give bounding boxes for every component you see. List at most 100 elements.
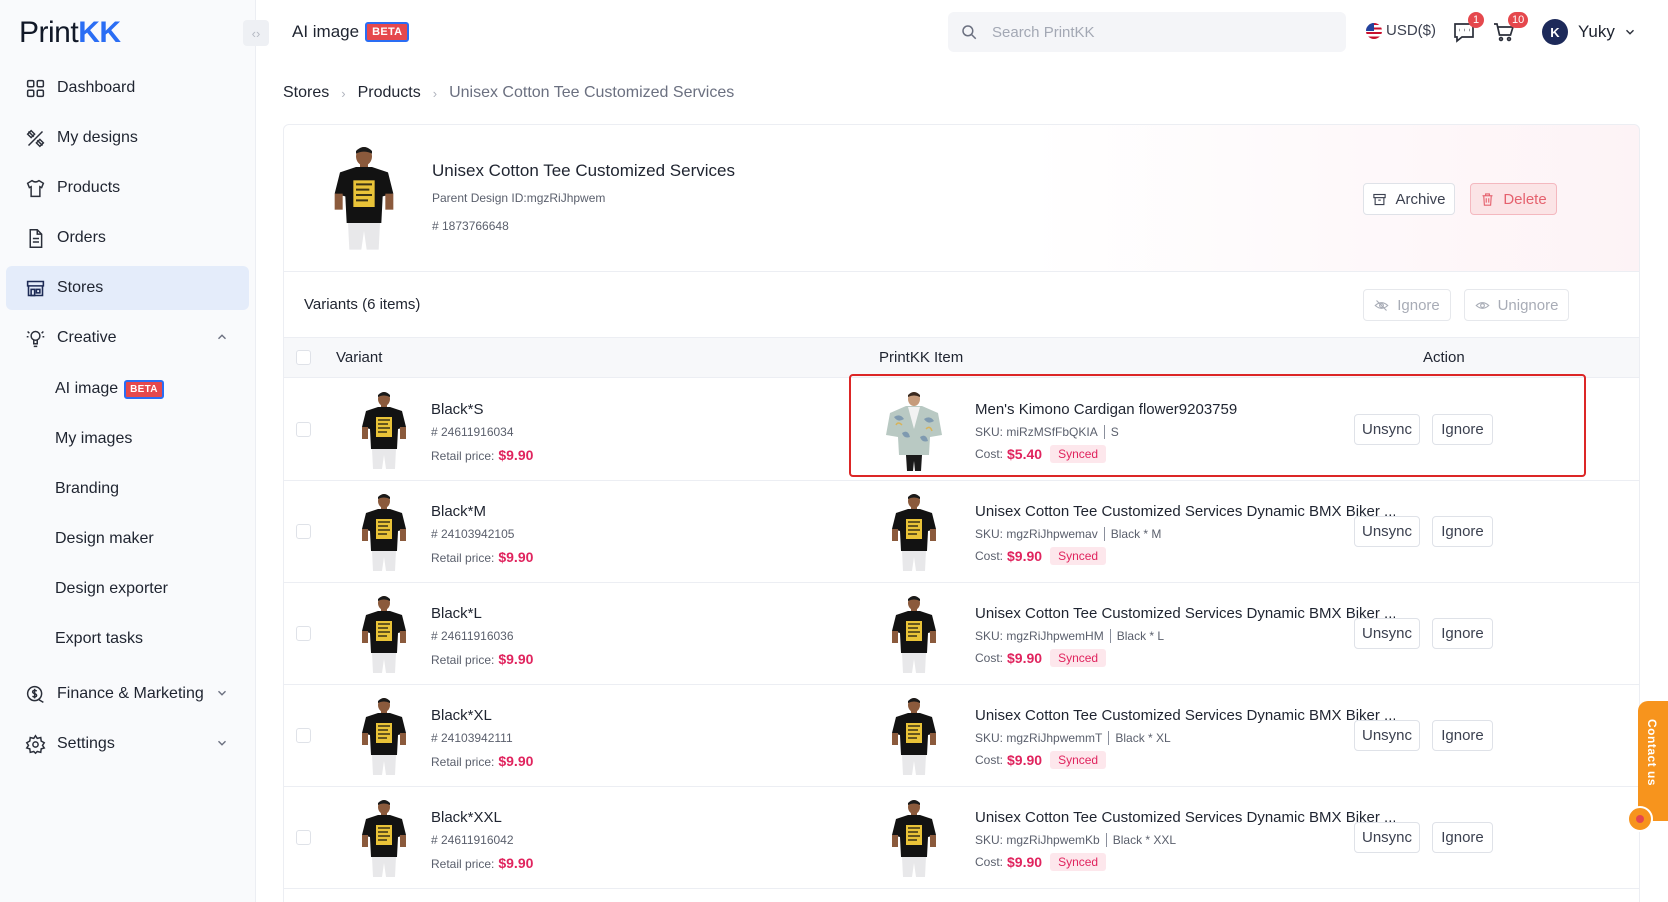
variant-image (354, 389, 414, 473)
breadcrumb-products[interactable]: Products (358, 84, 421, 102)
variant-name: Black*XL (431, 707, 492, 724)
contact-notification-icon[interactable] (1627, 806, 1653, 832)
row-checkbox[interactable] (296, 422, 311, 437)
sidebar-item-products[interactable]: Products (6, 166, 249, 210)
row-checkbox[interactable] (296, 728, 311, 743)
sidebar-subitem-design-maker[interactable]: Design maker (55, 527, 154, 551)
user-menu[interactable]: K Yuky (1542, 18, 1637, 46)
sidebar-item-my-designs[interactable]: My designs (6, 116, 249, 160)
delete-button[interactable]: Delete (1470, 183, 1557, 215)
eye-icon (1474, 301, 1490, 309)
unsync-button[interactable]: Unsync (1354, 618, 1420, 649)
bulk-unignore-button[interactable]: Unignore (1464, 289, 1569, 321)
sidebar-item-stores[interactable]: Stores (6, 266, 249, 310)
sidebar-item-label: Dashboard (57, 79, 136, 96)
sidebar-subitem-export-tasks[interactable]: Export tasks (55, 627, 143, 651)
printkk-item-sku: SKU: mgzRiJhpwemHM Black * L (975, 629, 1165, 643)
sidebar-item-orders[interactable]: Orders (6, 216, 249, 260)
unsync-button[interactable]: Unsync (1354, 414, 1420, 445)
printkk-item-sku: SKU: mgzRiJhpwemmT Black * XL (975, 731, 1171, 745)
sidebar-collapse-button[interactable]: ‹› (243, 20, 269, 46)
printkk-item-name[interactable]: Men's Kimono Cardigan flower9203759 (975, 401, 1395, 418)
printkk-item-name[interactable]: Unisex Cotton Tee Customized Services Dy… (975, 503, 1395, 520)
product-image (324, 143, 404, 255)
table-row: Black*S # 24611916034 Retail price: $9.90… (284, 379, 1639, 481)
printkk-item-image (884, 491, 944, 575)
variant-retail-price: Retail price: $9.90 (431, 447, 534, 463)
search-input[interactable] (992, 23, 1312, 41)
ignore-button[interactable]: Ignore (1432, 414, 1493, 445)
unsync-button[interactable]: Unsync (1354, 516, 1420, 547)
breadcrumb-separator-icon: › (432, 85, 438, 101)
printkk-logo[interactable]: PrintKK (19, 16, 121, 50)
row-checkbox[interactable] (296, 830, 311, 845)
printkk-item-image (884, 593, 944, 677)
printkk-item-cost: Cost: $9.90 Synced (975, 853, 1107, 871)
sidebar-item-settings[interactable]: Settings (6, 722, 249, 766)
printkk-item-cost: Cost: $5.40 Synced (975, 445, 1107, 463)
printkk-item-name[interactable]: Unisex Cotton Tee Customized Services Dy… (975, 809, 1395, 826)
ignore-button[interactable]: Ignore (1432, 720, 1493, 751)
select-all-checkbox[interactable] (296, 350, 311, 365)
sidebar-item-creative[interactable]: Creative (6, 316, 249, 360)
synced-badge: Synced (1050, 445, 1107, 463)
variant-id: # 24103942105 (431, 527, 515, 541)
sidebar-subitem-my-images[interactable]: My images (55, 427, 132, 451)
breadcrumb-stores[interactable]: Stores (283, 84, 329, 102)
variant-name: Black*XXL (431, 809, 502, 826)
sidebar-item-label: Settings (57, 735, 115, 752)
column-header-printkk-item: PrintKK Item (879, 349, 964, 366)
cart-button[interactable]: 10 (1492, 12, 1529, 46)
variant-image (354, 491, 414, 575)
printkk-item-cost: Cost: $9.90 Synced (975, 547, 1107, 565)
synced-badge: Synced (1050, 853, 1107, 871)
variant-retail-price: Retail price: $9.90 (431, 753, 534, 769)
bulk-ignore-button[interactable]: Ignore (1363, 289, 1451, 321)
ignore-button[interactable]: Ignore (1432, 822, 1493, 853)
breadcrumb-current: Unisex Cotton Tee Customized Services (449, 84, 735, 101)
cart-badge: 10 (1508, 12, 1529, 28)
contact-us-tab[interactable]: Contact us (1638, 701, 1668, 821)
breadcrumb-separator-icon: › (341, 85, 346, 101)
ignore-button[interactable]: Ignore (1432, 516, 1493, 547)
document-icon (24, 227, 46, 249)
chevron-down-icon (218, 690, 226, 696)
variant-retail-price: Retail price: $9.90 (431, 855, 534, 871)
search-icon (962, 25, 977, 40)
variant-id: # 24611916034 (431, 425, 514, 439)
trash-icon (1482, 192, 1493, 206)
avatar: K (1542, 19, 1568, 45)
beta-badge: BETA (365, 22, 410, 42)
printkk-item-name[interactable]: Unisex Cotton Tee Customized Services Dy… (975, 707, 1395, 724)
beta-badge: BETA (124, 379, 164, 399)
printkk-item-name[interactable]: Unisex Cotton Tee Customized Services Dy… (975, 605, 1395, 622)
variant-name: Black*M (431, 503, 487, 520)
sidebar-item-label: Products (57, 179, 121, 196)
archive-button[interactable]: Archive (1363, 183, 1455, 215)
product-title: Unisex Cotton Tee Customized Services (432, 161, 735, 180)
column-header-action: Action (1423, 349, 1465, 366)
variants-title: Variants (6 items) (304, 296, 421, 313)
ignore-button[interactable]: Ignore (1432, 618, 1493, 649)
unsync-button[interactable]: Unsync (1354, 720, 1420, 751)
row-checkbox[interactable] (296, 524, 311, 539)
sidebar-subitem-branding[interactable]: Branding (55, 477, 119, 501)
row-checkbox[interactable] (296, 626, 311, 641)
printkk-item-sku: SKU: mgzRiJhpwemav Black * M (975, 527, 1162, 541)
unsync-button[interactable]: Unsync (1354, 822, 1420, 853)
currency-selector[interactable]: USD($) (1366, 22, 1436, 39)
table-row: Black*L # 24611916036 Retail price: $9.90… (284, 583, 1639, 685)
messages-button[interactable]: 1 (1452, 12, 1484, 46)
table-row: Black*XXL # 24611916042 Retail price: $9.… (284, 787, 1639, 889)
sidebar-item-dashboard[interactable]: Dashboard (6, 66, 249, 110)
eye-off-icon (1374, 299, 1389, 311)
product-id: # 1873766648 (432, 219, 509, 233)
search-box[interactable] (948, 12, 1346, 52)
sidebar-subitem-design-exporter[interactable]: Design exporter (55, 577, 168, 601)
printkk-item-cost: Cost: $9.90 Synced (975, 751, 1107, 769)
sidebar-item-finance-marketing[interactable]: Finance & Marketing (6, 672, 249, 716)
us-flag-icon (1366, 22, 1382, 39)
sidebar-subitem-ai-image[interactable]: AI image BETA (55, 377, 164, 401)
variants-toolbar: Variants (6 items) Ignore Unignore (283, 272, 1640, 338)
finance-dollar-icon (24, 683, 46, 705)
